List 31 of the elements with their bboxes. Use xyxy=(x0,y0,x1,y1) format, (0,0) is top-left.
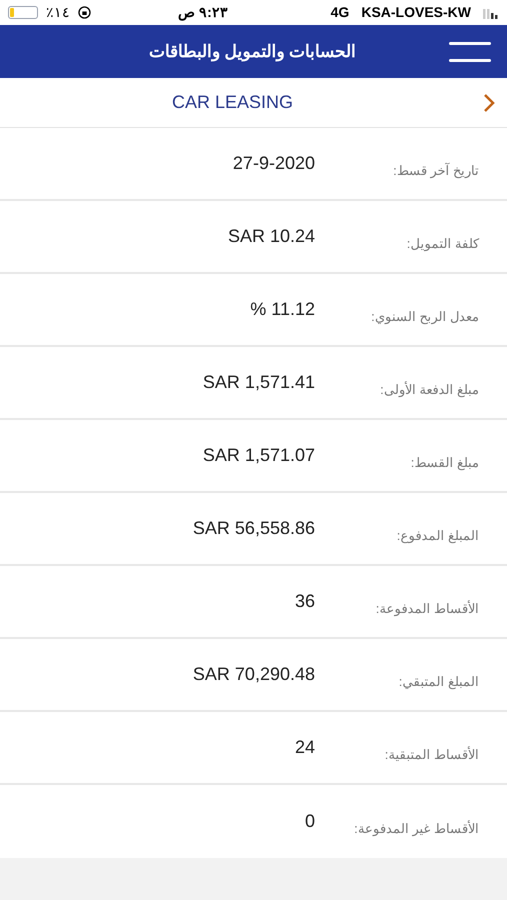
field-value: SAR 10.24 xyxy=(228,225,315,248)
menu-button[interactable] xyxy=(449,42,491,62)
field-value: 27-9-2020 xyxy=(232,152,315,175)
field-value: 0 xyxy=(304,810,315,833)
field-value: SAR 1,571.07 xyxy=(202,444,315,467)
field-label: مبلغ الدفعة الأولى: xyxy=(380,380,479,400)
chevron-right-icon[interactable] xyxy=(483,92,495,112)
battery-percentage: ٪١٤ xyxy=(46,3,70,22)
field-label: الأقساط المتبقية: xyxy=(384,745,479,764)
field-label: كلفة التمويل: xyxy=(406,234,479,254)
field-label: المبلغ المدفوع: xyxy=(396,526,479,546)
field-value: % 11.12 xyxy=(250,298,315,321)
field-label: معدل الربح السنوي: xyxy=(371,308,479,326)
field-value: 36 xyxy=(294,590,315,613)
field-label: مبلغ القسط: xyxy=(410,454,479,472)
field-value: SAR 1,571.41 xyxy=(202,371,315,394)
network-type: 4G xyxy=(330,3,350,22)
carrier-name: KSA-LOVES-KW xyxy=(361,3,471,22)
battery-icon xyxy=(8,6,38,19)
field-label: تاريخ آخر قسط: xyxy=(393,162,479,180)
page-title: الحسابات والتمويل والبطاقات xyxy=(148,40,356,64)
field-label: الأقساط غير المدفوعة: xyxy=(354,819,479,838)
signal-icon xyxy=(483,6,499,18)
field-label: الأقساط المدفوعة: xyxy=(376,599,479,618)
field-label: المبلغ المتبقي: xyxy=(398,672,479,692)
field-value: SAR 70,290.48 xyxy=(192,663,315,686)
field-value: 24 xyxy=(294,736,315,759)
field-value: SAR 56,558.86 xyxy=(192,517,315,540)
clock-time: ٩:٢٣ ص xyxy=(177,3,229,23)
rotation-lock-icon xyxy=(78,6,91,19)
product-name: CAR LEASING xyxy=(172,91,294,114)
